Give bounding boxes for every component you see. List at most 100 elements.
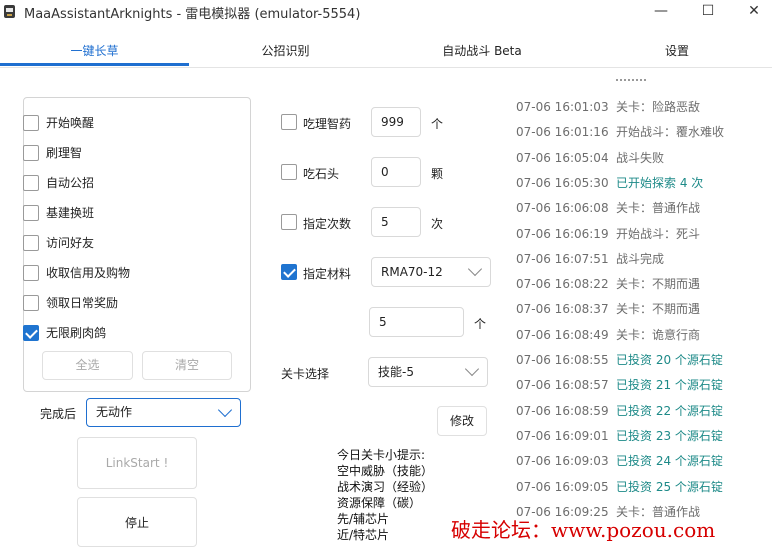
material-dropdown[interactable]: RMA70-12: [371, 257, 491, 287]
log-entry: 07-06 16:09:03 已投资 24 个源石锭: [516, 453, 766, 469]
main-tabs: 一键长草 公招识别 自动战斗 Beta 设置: [0, 38, 772, 68]
maximize-button[interactable]: ☐: [685, 0, 731, 24]
stage-value: 技能-5: [378, 365, 414, 379]
originium-unit: 颗: [431, 167, 444, 181]
task-checkbox[interactable]: [23, 295, 39, 311]
task-label: 领取日常奖励: [46, 296, 119, 310]
modify-button[interactable]: 修改: [437, 406, 487, 436]
task-label: 无限刷肉鸽: [46, 326, 107, 340]
tab-recruit[interactable]: 公招识别: [189, 38, 382, 66]
log-entry: 07-06 16:08:22 关卡：不期而遇: [516, 276, 766, 292]
log-entry: 07-06 16:08:59 已投资 22 个源石锭: [516, 403, 766, 419]
log-message: 开始战斗：死斗: [616, 226, 701, 241]
stage-tips: 今日关卡小提示: 空中威胁（技能） 战术演习（经验） 资源保障（碳） 先/辅芯片…: [337, 447, 433, 543]
originium-checkbox[interactable]: [281, 164, 297, 180]
log-time: 07-06 16:08:59: [516, 403, 609, 418]
log-time: 07-06 16:08:55: [516, 353, 609, 367]
log-message: 战斗失败: [616, 150, 665, 165]
log-entry: 07-06 16:09:05 已投资 25 个源石锭: [516, 479, 766, 495]
task-label: 基建换班: [46, 206, 95, 220]
tab-auto-battle[interactable]: 自动战斗 Beta: [382, 38, 582, 66]
stage-dropdown[interactable]: 技能-5: [368, 357, 488, 387]
log-time: 07-06 16:08:22: [516, 277, 609, 292]
log-message: 已开始探索 4 次: [616, 175, 704, 190]
sanity-potion-label: 吃理智药: [303, 117, 352, 131]
log-time: 07-06 16:08:57: [516, 378, 609, 393]
material-count-unit: 个: [474, 317, 487, 331]
log-entry: 07-06 16:06:19 开始战斗：死斗: [516, 226, 766, 242]
log-message: 战斗完成: [616, 251, 665, 266]
material-checkbox[interactable]: [281, 264, 297, 280]
log-time: 07-06 16:01:16: [516, 125, 609, 140]
log-message: 已投资 24 个源石锭: [616, 454, 723, 469]
sanity-potion-checkbox[interactable]: [281, 114, 297, 130]
sanity-potion-input[interactable]: 999: [371, 107, 421, 137]
times-input[interactable]: 5: [371, 207, 421, 237]
log-message: 关卡：险路恶敌: [616, 100, 701, 114]
tips-line: 空中威胁（技能）: [337, 464, 434, 478]
task-checkbox[interactable]: [23, 145, 39, 161]
log-time: 07-06 16:07:51: [516, 251, 609, 266]
after-finish-dropdown[interactable]: 无动作: [86, 398, 241, 427]
log-time: 07-06 16:08:49: [516, 327, 609, 342]
chevron-down-icon: [464, 361, 480, 377]
window-title: MaaAssistantArknights - 雷电模拟器 (emulator-…: [24, 7, 361, 22]
after-finish-value: 无动作: [96, 405, 133, 419]
originium-input[interactable]: 0: [371, 157, 421, 187]
log-message: 已投资 23 个源石锭: [616, 428, 723, 443]
task-checkbox[interactable]: [23, 115, 39, 131]
close-button[interactable]: ✕: [731, 0, 772, 24]
log-time: 07-06 16:06:19: [516, 226, 609, 241]
log-entry: 07-06 16:08:55 已投资 20 个源石锭: [516, 352, 766, 368]
material-count-input[interactable]: 5: [369, 307, 464, 337]
select-all-button[interactable]: 全选: [42, 351, 133, 380]
log-message: 已投资 20 个源石锭: [616, 353, 723, 367]
log-time: 07-06 16:09:03: [516, 454, 609, 469]
log-time: 07-06 16:09:05: [516, 479, 609, 494]
log-entry: 07-06 16:06:08 关卡：普通作战: [516, 200, 766, 216]
log-entry: 07-06 16:01:16 开始战斗：覆水难收: [516, 124, 766, 140]
task-label: 自动公招: [46, 176, 95, 190]
log-entry: 07-06 16:08:57 已投资 21 个源石锭: [516, 377, 766, 393]
log-message: 关卡：普通作战: [616, 201, 701, 216]
log-message: 已投资 25 个源石锭: [616, 479, 723, 494]
log-message: 关卡：不期而遇: [616, 302, 701, 317]
watermark: 破走论坛：www.pozou.com: [451, 518, 716, 542]
log-message: 已投资 22 个源石锭: [616, 403, 723, 418]
task-checkbox[interactable]: [23, 235, 39, 251]
log-scroll-fragment: [616, 79, 646, 85]
title-bar: MaaAssistantArknights - 雷电模拟器 (emulator-…: [0, 0, 772, 26]
log-entry: 07-06 16:01:03 关卡：险路恶敌: [516, 99, 766, 115]
log-time: 07-06 16:06:08: [516, 201, 609, 216]
after-finish-label: 完成后: [40, 407, 77, 421]
material-label: 指定材料: [303, 267, 352, 281]
tab-farming[interactable]: 一键长草: [0, 38, 189, 66]
sanity-potion-unit: 个: [431, 117, 444, 131]
log-message: 已投资 21 个源石锭: [616, 378, 723, 393]
task-checkbox[interactable]: [23, 175, 39, 191]
times-label: 指定次数: [303, 217, 352, 231]
clear-button[interactable]: 清空: [142, 351, 232, 380]
log-entry: 07-06 16:05:04 战斗失败: [516, 150, 766, 166]
chevron-down-icon: [217, 402, 233, 417]
link-start-button[interactable]: LinkStart !: [77, 437, 197, 489]
task-label: 收取信用及购物: [46, 266, 131, 280]
task-checkbox[interactable]: [23, 325, 39, 341]
log-entry: 07-06 16:08:37 关卡：不期而遇: [516, 301, 766, 317]
task-label: 访问好友: [46, 236, 95, 250]
task-checkbox[interactable]: [23, 205, 39, 221]
stop-button[interactable]: 停止: [77, 497, 197, 547]
tips-title: 今日关卡小提示:: [337, 448, 426, 462]
chevron-down-icon: [467, 261, 483, 277]
minimize-button[interactable]: —: [638, 0, 684, 24]
log-time: 07-06 16:08:37: [516, 302, 609, 317]
task-label: 开始唤醒: [46, 116, 95, 130]
task-checkbox[interactable]: [23, 265, 39, 281]
log-message: 关卡：诡意行商: [616, 327, 701, 342]
tab-settings[interactable]: 设置: [582, 38, 772, 66]
times-checkbox[interactable]: [281, 214, 297, 230]
log-entry: 07-06 16:09:01 已投资 23 个源石锭: [516, 428, 766, 444]
tips-line: 近/特芯片: [337, 528, 390, 542]
originium-label: 吃石头: [303, 167, 340, 181]
tips-line: 资源保障（碳）: [337, 496, 422, 510]
